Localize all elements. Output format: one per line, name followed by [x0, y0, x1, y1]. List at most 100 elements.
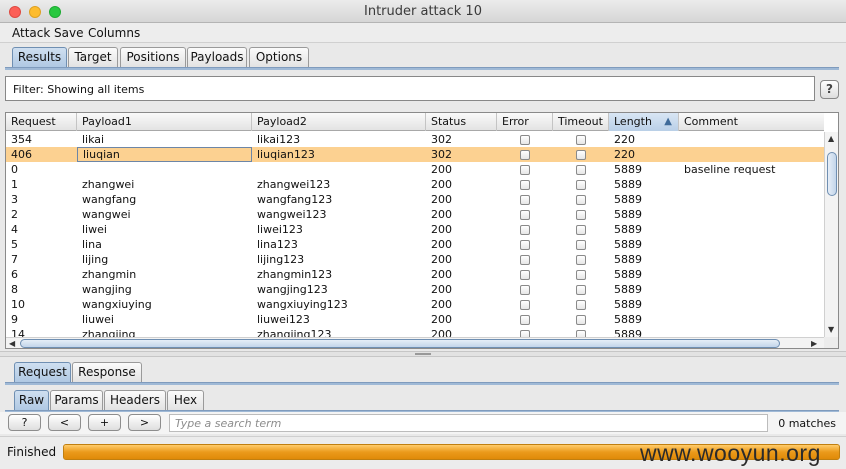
tab-positions[interactable]: Positions — [120, 47, 186, 68]
table-row[interactable]: 8 wangjing wangjing123 200 5889 — [6, 282, 824, 297]
cell-payload1: lina — [82, 238, 102, 251]
cell-payload1 — [77, 162, 252, 177]
table-row[interactable]: 1 zhangwei zhangwei123 200 5889 — [6, 177, 824, 192]
menu-columns[interactable]: Columns — [88, 26, 140, 40]
cell-payload1: zhangjing — [82, 328, 136, 337]
tab-headers[interactable]: Headers — [104, 390, 166, 411]
cell-status: 200 — [431, 328, 452, 337]
table-row[interactable]: 14 zhangjing zhangjing123 200 5889 — [6, 327, 824, 337]
tab-payloads[interactable]: Payloads — [187, 47, 247, 68]
search-help-button[interactable]: ? — [8, 414, 41, 431]
tab-response[interactable]: Response — [72, 362, 142, 383]
timeout-checkbox[interactable] — [576, 240, 586, 250]
col-payload2[interactable]: Payload2 — [252, 113, 426, 131]
cell-request: 3 — [11, 193, 18, 206]
cell-status: 200 — [431, 298, 452, 311]
timeout-checkbox[interactable] — [576, 225, 586, 235]
col-status[interactable]: Status — [426, 113, 497, 131]
filter-bar[interactable]: Filter: Showing all items — [5, 76, 815, 101]
cell-payload2: wangxiuying123 — [257, 298, 348, 311]
tab-request[interactable]: Request — [14, 362, 71, 383]
timeout-checkbox[interactable] — [576, 300, 586, 310]
cell-status: 200 — [431, 238, 452, 251]
timeout-checkbox[interactable] — [576, 210, 586, 220]
search-previous-button[interactable]: < — [48, 414, 81, 431]
error-checkbox[interactable] — [520, 135, 530, 145]
error-checkbox[interactable] — [520, 315, 530, 325]
error-checkbox[interactable] — [520, 300, 530, 310]
col-request[interactable]: Request — [6, 113, 77, 131]
table-row[interactable]: 4 liwei liwei123 200 5889 — [6, 222, 824, 237]
table-row[interactable]: 354 likai likai123 302 220 — [6, 132, 824, 147]
table-row[interactable]: 2 wangwei wangwei123 200 5889 — [6, 207, 824, 222]
cell-request: 1 — [11, 178, 18, 191]
scroll-left-icon[interactable]: ◀ — [9, 339, 15, 348]
timeout-checkbox[interactable] — [576, 255, 586, 265]
tab-options[interactable]: Options — [249, 47, 309, 68]
cell-payload1: wangwei — [82, 208, 131, 221]
timeout-checkbox[interactable] — [576, 285, 586, 295]
col-payload1[interactable]: Payload1 — [77, 113, 252, 131]
search-input[interactable]: Type a search term — [169, 414, 768, 432]
cell-status: 200 — [431, 193, 452, 206]
error-checkbox[interactable] — [520, 210, 530, 220]
scroll-down-icon[interactable]: ▼ — [828, 325, 834, 334]
table-row[interactable]: 10 wangxiuying wangxiuying123 200 5889 — [6, 297, 824, 312]
table-row[interactable]: 0 200 5889 baseline request — [6, 162, 824, 177]
timeout-checkbox[interactable] — [576, 330, 586, 337]
cell-comment — [679, 222, 824, 237]
col-comment[interactable]: Comment — [679, 113, 824, 131]
horizontal-scrollbar[interactable]: ◀ ▶ — [6, 337, 824, 348]
tab-results[interactable]: Results — [12, 47, 67, 68]
cell-request: 354 — [11, 133, 32, 146]
tab-params[interactable]: Params — [50, 390, 103, 411]
table-row[interactable]: 3 wangfang wangfang123 200 5889 — [6, 192, 824, 207]
cell-payload2: liuqian123 — [257, 148, 315, 161]
table-row[interactable]: 6 zhangmin zhangmin123 200 5889 — [6, 267, 824, 282]
error-checkbox[interactable] — [520, 195, 530, 205]
search-add-button[interactable]: + — [88, 414, 121, 431]
table-row[interactable]: 5 lina lina123 200 5889 — [6, 237, 824, 252]
table-header: Request Payload1 Payload2 Status Error T… — [6, 113, 824, 131]
timeout-checkbox[interactable] — [576, 195, 586, 205]
timeout-checkbox[interactable] — [576, 270, 586, 280]
table-row[interactable]: 7 lijing lijing123 200 5889 — [6, 252, 824, 267]
col-error[interactable]: Error — [497, 113, 553, 131]
help-button[interactable]: ? — [820, 80, 839, 99]
error-checkbox[interactable] — [520, 270, 530, 280]
error-checkbox[interactable] — [520, 150, 530, 160]
vertical-scrollbar[interactable]: ▲ ▼ — [824, 132, 838, 337]
table-row[interactable]: 406 liuqian liuqian123 302 220 — [6, 147, 824, 162]
cell-status: 200 — [431, 283, 452, 296]
error-checkbox[interactable] — [520, 330, 530, 337]
cell-status: 200 — [431, 208, 452, 221]
search-next-button[interactable]: > — [128, 414, 161, 431]
col-length[interactable]: Length ▲ — [609, 113, 679, 131]
timeout-checkbox[interactable] — [576, 150, 586, 160]
menu-attack[interactable]: Attack — [12, 26, 50, 40]
col-timeout[interactable]: Timeout — [553, 113, 609, 131]
scroll-up-icon[interactable]: ▲ — [828, 134, 834, 143]
menu-save[interactable]: Save — [54, 26, 83, 40]
error-checkbox[interactable] — [520, 225, 530, 235]
error-checkbox[interactable] — [520, 180, 530, 190]
timeout-checkbox[interactable] — [576, 180, 586, 190]
tab-raw[interactable]: Raw — [14, 390, 49, 411]
timeout-checkbox[interactable] — [576, 135, 586, 145]
cell-length: 5889 — [614, 253, 642, 266]
table-row[interactable]: 9 liuwei liuwei123 200 5889 — [6, 312, 824, 327]
horizontal-scroll-thumb[interactable] — [20, 339, 780, 348]
scroll-right-icon[interactable]: ▶ — [811, 339, 817, 348]
split-divider[interactable] — [0, 351, 846, 357]
vertical-scroll-thumb[interactable] — [827, 152, 837, 196]
cell-request: 10 — [11, 298, 25, 311]
error-checkbox[interactable] — [520, 240, 530, 250]
timeout-checkbox[interactable] — [576, 315, 586, 325]
timeout-checkbox[interactable] — [576, 165, 586, 175]
error-checkbox[interactable] — [520, 285, 530, 295]
error-checkbox[interactable] — [520, 165, 530, 175]
cell-request: 8 — [11, 283, 18, 296]
tab-target[interactable]: Target — [68, 47, 118, 68]
tab-hex[interactable]: Hex — [167, 390, 204, 411]
error-checkbox[interactable] — [520, 255, 530, 265]
